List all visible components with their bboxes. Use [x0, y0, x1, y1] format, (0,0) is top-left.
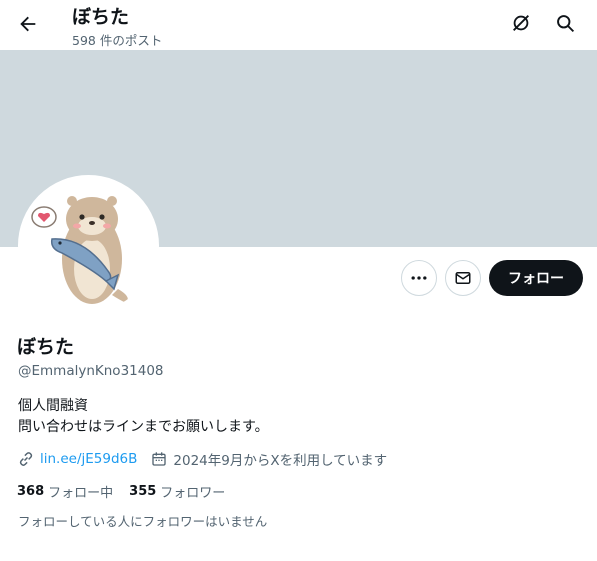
profile-handle: @EmmalynKno31408: [18, 363, 164, 379]
profile-name: ぼちた: [17, 336, 75, 358]
avatar[interactable]: [18, 175, 159, 316]
search-icon: [556, 14, 574, 32]
search-button[interactable]: [550, 8, 580, 38]
link-icon: [19, 452, 33, 466]
follow-button[interactable]: フォロー: [489, 260, 583, 296]
followers-stat[interactable]: 355 フォロワー: [129, 482, 225, 501]
grok-icon: [513, 15, 529, 31]
followers-label: フォロワー: [160, 486, 226, 501]
following-count: 368: [17, 484, 45, 499]
bio-line-2: 問い合わせはラインまでお願いします。: [18, 419, 269, 435]
profile-page: ぼちた 598 件のポスト フォロー ぼちた @EmmalynKno31408 …: [0, 0, 597, 561]
calendar-icon: [152, 452, 167, 466]
bio-line-1: 個人間融資: [18, 398, 88, 414]
following-stat[interactable]: 368 フォロー中: [17, 482, 113, 501]
profile-meta: lin.ee/jE59d6B 2024年9月からXを利用しています: [17, 449, 387, 469]
following-label: フォロー中: [48, 486, 114, 501]
more-icon: [411, 276, 427, 280]
header-title: ぼちた: [72, 6, 130, 28]
post-count: 598 件のポスト: [72, 33, 163, 48]
more-button[interactable]: [401, 260, 437, 296]
followers-you-know-note: フォローしている人にフォロワーはいません: [18, 514, 268, 529]
back-button[interactable]: [15, 11, 41, 37]
joined-date: 2024年9月からXを利用しています: [173, 453, 388, 469]
message-button[interactable]: [445, 260, 481, 296]
mail-icon: [455, 272, 471, 284]
grok-button[interactable]: [506, 8, 536, 38]
follow-stats: 368 フォロー中 355 フォロワー: [17, 482, 225, 501]
top-bar: ぼちた 598 件のポスト: [0, 0, 597, 50]
otter-avatar-image: [22, 179, 155, 312]
followers-count: 355: [129, 484, 157, 499]
profile-link[interactable]: lin.ee/jE59d6B: [40, 451, 137, 467]
back-arrow-icon: [20, 16, 36, 32]
